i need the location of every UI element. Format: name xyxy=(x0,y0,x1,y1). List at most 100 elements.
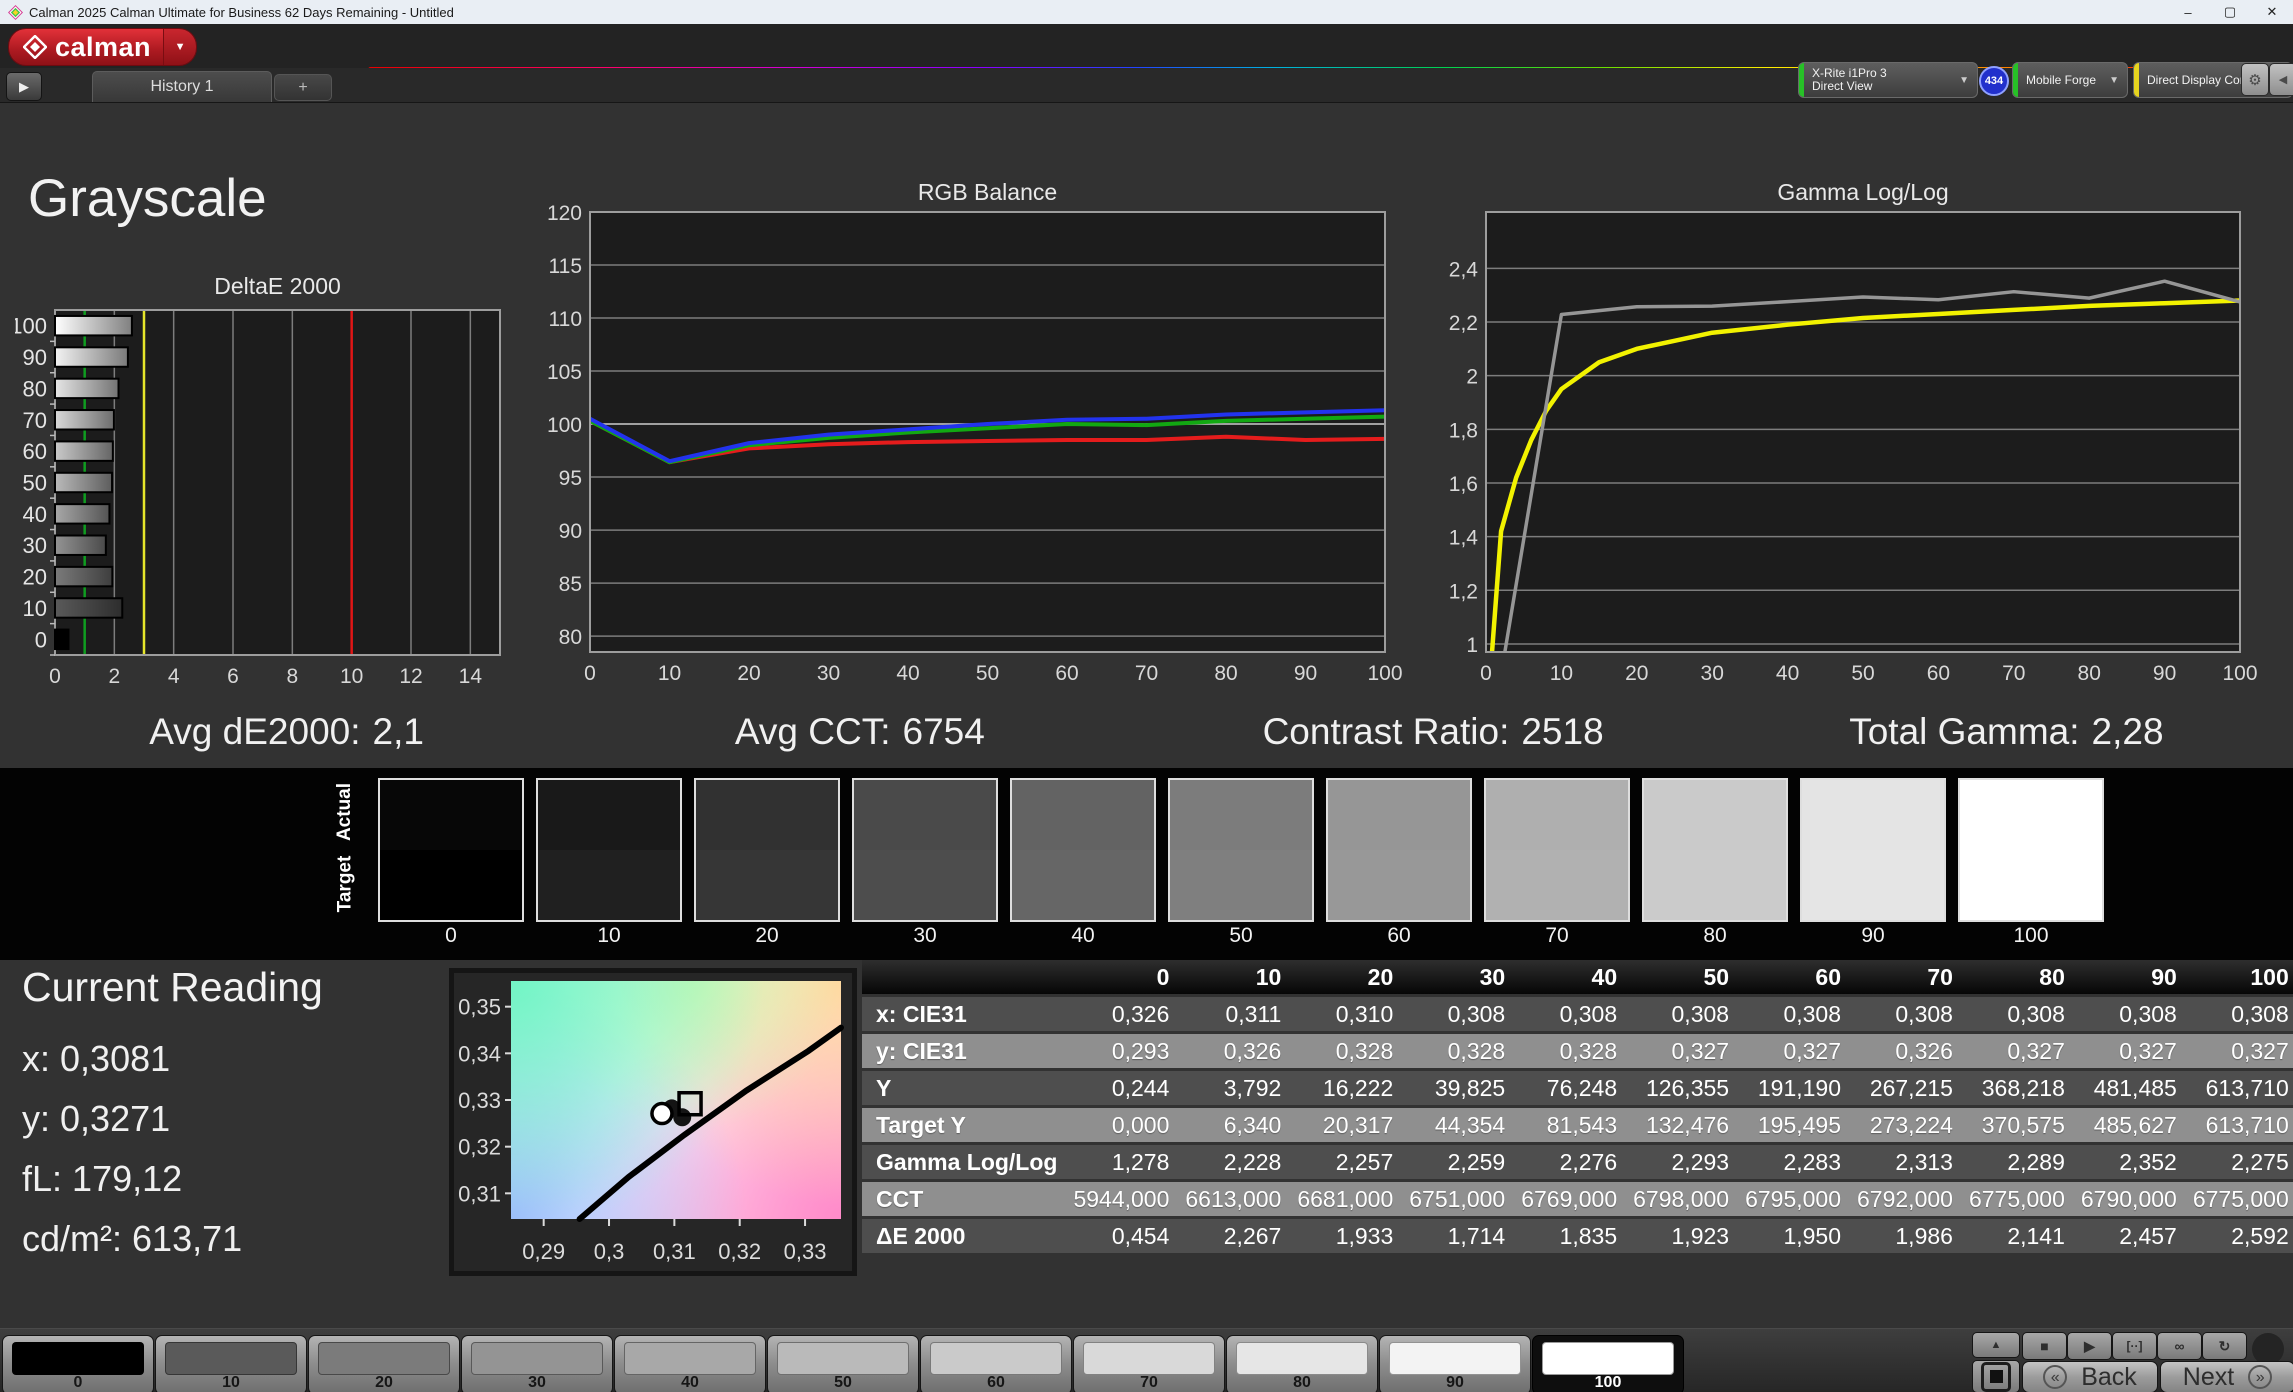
table-cell: 2,267 xyxy=(1185,1219,1298,1256)
pattern-panel-up-button[interactable]: ▲ xyxy=(1972,1332,2020,1358)
svg-text:6: 6 xyxy=(227,665,239,688)
add-tab-button[interactable]: + xyxy=(274,74,332,101)
calman-app: Calman 2025 Calman Ultimate for Business… xyxy=(0,0,2293,1392)
pattern-button-0[interactable]: 0 xyxy=(2,1335,154,1392)
table-cell: 0,308 xyxy=(1968,997,2081,1034)
minimize-button[interactable]: – xyxy=(2167,0,2209,24)
contrast-ratio-stat: Contrast Ratio: 2518 xyxy=(1262,711,1604,752)
logo-dropdown-caret-icon[interactable]: ▼ xyxy=(163,29,197,65)
actual-row-label: Actual xyxy=(334,782,356,842)
pattern-button-10[interactable]: 10 xyxy=(155,1335,307,1392)
back-button[interactable]: « Back xyxy=(2022,1361,2158,1392)
svg-text:0: 0 xyxy=(1480,662,1492,685)
svg-text:110: 110 xyxy=(549,308,582,331)
table-cell: 0,326 xyxy=(1185,1034,1298,1071)
table-cell: 0,293 xyxy=(1073,1034,1186,1071)
calman-menu-button[interactable]: calman ▼ xyxy=(8,28,198,66)
chevron-down-icon[interactable]: ▼ xyxy=(2107,75,2127,86)
swatch-level-label: 10 xyxy=(597,924,621,947)
table-cell: 6769,000 xyxy=(1521,1182,1634,1219)
table-cell: 1,986 xyxy=(1857,1219,1969,1256)
swatch-level-label: 30 xyxy=(913,924,937,947)
settings-gear-button[interactable]: ⚙ xyxy=(2241,63,2269,96)
measurement-table: 0 10 20 30 40 50 60 70 80 90 100 x: CIE31 0,326 0,311… xyxy=(862,960,2293,1256)
pattern-button-50[interactable]: 50 xyxy=(767,1335,919,1392)
pattern-window-button[interactable] xyxy=(1972,1360,2020,1392)
next-button[interactable]: Next » xyxy=(2160,1361,2293,1392)
table-cell: 0,327 xyxy=(1633,1034,1746,1071)
table-header-level: 20 xyxy=(1297,960,1410,997)
pattern-button-60[interactable]: 60 xyxy=(920,1335,1072,1392)
table-cell: 267,215 xyxy=(1857,1071,1969,1108)
stop-button[interactable]: ■ xyxy=(2022,1332,2067,1360)
table-row-label: x: CIE31 xyxy=(862,997,1074,1034)
pattern-button-90[interactable]: 90 xyxy=(1379,1335,1531,1392)
svg-text:12: 12 xyxy=(399,665,422,688)
maximize-button[interactable]: ▢ xyxy=(2209,0,2251,24)
avg-cct-stat: Avg CCT: 6754 xyxy=(734,711,985,752)
meter-chip-i1pro3[interactable]: X-Rite i1Pro 3 Direct View ▼ xyxy=(1798,62,1978,98)
table-header-level: 0 xyxy=(1073,960,1186,997)
pattern-button-70[interactable]: 70 xyxy=(1073,1335,1225,1392)
table-cell: 6790,000 xyxy=(2080,1182,2193,1219)
table-cell: 0,327 xyxy=(2080,1034,2193,1071)
table-header-row: 0 10 20 30 40 50 60 70 80 90 100 xyxy=(862,960,2293,997)
collapse-panel-button[interactable]: ◀ xyxy=(2269,63,2293,96)
svg-text:1,8: 1,8 xyxy=(1449,419,1478,442)
svg-text:0,3: 0,3 xyxy=(594,1239,625,1264)
pattern-button-40[interactable]: 40 xyxy=(614,1335,766,1392)
swatch-level-label: 100 xyxy=(2013,924,2049,947)
table-row: ΔE 2000 0,454 2,267 1,933 1,714 1,835 1,923 1,9… xyxy=(862,1219,2293,1256)
table-cell: 0,326 xyxy=(1857,1034,1969,1071)
avg-de2000-stat: Avg dE2000: 2,1 xyxy=(149,711,424,752)
table-cell: 1,714 xyxy=(1409,1219,1522,1256)
table-cell: 1,278 xyxy=(1073,1145,1186,1182)
grayscale-swatch-60 xyxy=(1326,778,1472,922)
meter-badge: 434 xyxy=(1979,66,2009,96)
svg-text:10: 10 xyxy=(658,662,681,685)
svg-text:20: 20 xyxy=(1625,662,1648,685)
svg-text:DeltaE 2000: DeltaE 2000 xyxy=(214,273,341,299)
table-cell: 2,275 xyxy=(2192,1145,2293,1182)
table-cell: 0,327 xyxy=(2192,1034,2293,1071)
svg-text:14: 14 xyxy=(459,665,483,688)
swatch-level-label: 40 xyxy=(1071,924,1095,947)
tab-history-1[interactable]: History 1 xyxy=(92,71,272,102)
table-cell: 0,328 xyxy=(1409,1034,1522,1071)
reading-fl: fL: 179,12 xyxy=(22,1158,183,1199)
play-button[interactable]: ▶ xyxy=(2067,1332,2112,1360)
series-button[interactable]: [··] xyxy=(2112,1332,2157,1360)
svg-text:20: 20 xyxy=(737,662,760,685)
table-cell: 2,352 xyxy=(2080,1145,2193,1182)
table-header-level: 30 xyxy=(1409,960,1522,997)
svg-text:85: 85 xyxy=(559,573,582,596)
pattern-button-100[interactable]: 100 xyxy=(1532,1335,1684,1392)
back-chevron-icon: « xyxy=(2043,1365,2068,1389)
pattern-bar: 0 10 20 30 40 50 60 70 80 90 100 xyxy=(0,1328,2293,1392)
pattern-button-80[interactable]: 80 xyxy=(1226,1335,1378,1392)
grayscale-swatch-strip: Actual Target 0 10 20 30 40 50 60 70 80 90 100 xyxy=(0,768,2293,960)
loop-button[interactable]: ↻ xyxy=(2202,1332,2247,1360)
pattern-button-30[interactable]: 30 xyxy=(461,1335,613,1392)
table-header-level: 100 xyxy=(2192,960,2293,997)
svg-text:90: 90 xyxy=(23,345,47,370)
table-header-level: 70 xyxy=(1857,960,1969,997)
continuous-button[interactable]: ∞ xyxy=(2157,1332,2202,1360)
source-chip-mobile-forge[interactable]: Mobile Forge ▼ xyxy=(2012,62,2128,98)
close-button[interactable]: ✕ xyxy=(2251,0,2293,24)
swatch-level-label: 20 xyxy=(755,924,779,947)
table-cell: 2,259 xyxy=(1409,1145,1522,1182)
grayscale-swatch-90 xyxy=(1800,778,1946,922)
table-cell: 2,257 xyxy=(1297,1145,1410,1182)
table-cell: 613,710 xyxy=(2192,1071,2293,1108)
table-cell: 0,454 xyxy=(1073,1219,1186,1256)
svg-text:40: 40 xyxy=(1776,662,1799,685)
chevron-down-icon[interactable]: ▼ xyxy=(1957,75,1977,86)
run-history-button[interactable]: ▶ xyxy=(6,72,42,101)
table-cell: 0,327 xyxy=(1745,1034,1858,1071)
pattern-button-20[interactable]: 20 xyxy=(308,1335,460,1392)
svg-text:105: 105 xyxy=(547,361,582,384)
table-cell: 76,248 xyxy=(1521,1071,1634,1108)
table-row-label: y: CIE31 xyxy=(862,1034,1074,1071)
calman-logo-text: calman xyxy=(55,31,152,62)
